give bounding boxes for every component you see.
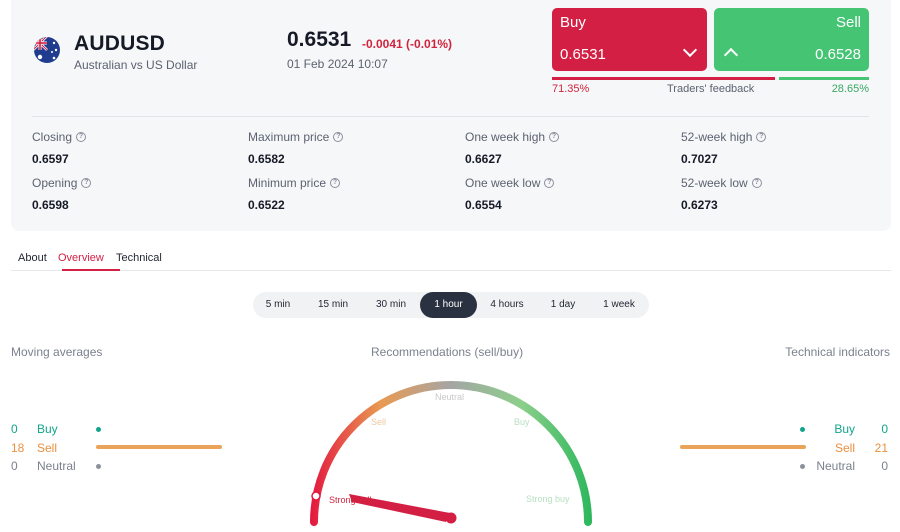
technical-indicators-title: Technical indicators <box>785 345 890 359</box>
gauge-label-neutral: Neutral <box>435 392 465 402</box>
ti-buy-count: 0 <box>881 422 888 436</box>
stat-label: One week low <box>465 176 541 190</box>
question-circle-icon[interactable]: ? <box>751 178 762 188</box>
moving-averages-title: Moving averages <box>11 345 103 359</box>
feedback-buy-bar <box>552 77 775 80</box>
sell-button-price: 0.6528 <box>815 46 861 63</box>
gauge-label-buy: Buy <box>514 417 530 427</box>
feedback-buy-percent: 71.35% <box>552 83 590 95</box>
timeframe-1-day[interactable]: 1 day <box>542 292 584 318</box>
ma-neutral-dot <box>96 464 101 469</box>
stat-label: Minimum price <box>248 176 327 190</box>
ma-buy-dot <box>96 427 101 432</box>
sell-button[interactable]: Sell 0.6528 <box>714 8 869 71</box>
stat-label: Closing <box>32 130 73 144</box>
stat-one-week-high: One week high? 0.6627 <box>465 130 665 166</box>
instrument-name: Australian vs US Dollar <box>74 58 198 72</box>
stat-value: 0.6627 <box>465 152 502 166</box>
question-circle-icon[interactable]: ? <box>76 132 87 142</box>
timeframe-4-hours[interactable]: 4 hours <box>482 292 532 318</box>
price-timestamp: 01 Feb 2024 10:07 <box>287 57 388 71</box>
tab-about[interactable]: About <box>18 252 47 264</box>
stat-label: One week high <box>465 130 546 144</box>
instrument-symbol: AUDUSD <box>74 32 166 55</box>
stat-opening: Opening? 0.6598 <box>32 176 232 212</box>
stat-value: 0.6522 <box>248 198 285 212</box>
ma-sell-bar <box>96 445 222 449</box>
ti-neutral-count: 0 <box>881 459 888 473</box>
buy-button-label: Buy <box>560 14 586 31</box>
feedback-sell-bar <box>779 77 869 80</box>
sell-button-label: Sell <box>835 14 861 31</box>
gauge-label-strong-sell: Strong sell <box>329 495 372 505</box>
ma-buy-label: Buy <box>37 422 58 436</box>
feedback-label: Traders' feedback <box>667 83 755 95</box>
stat-minimum-price: Minimum price? 0.6522 <box>248 176 448 212</box>
timeframe-1-hour[interactable]: 1 hour <box>420 292 477 318</box>
question-circle-icon[interactable]: ? <box>330 178 341 188</box>
current-price: 0.6531 <box>287 28 352 51</box>
stat-value: 0.6273 <box>681 198 718 212</box>
section-tabs: About Overview Technical <box>11 244 891 271</box>
divider <box>32 116 869 117</box>
gauge-current-marker <box>311 491 321 501</box>
timeframe-5-min[interactable]: 5 min <box>257 292 299 318</box>
stat-closing: Closing? 0.6597 <box>32 130 232 166</box>
stat-value: 0.6582 <box>248 152 285 166</box>
ti-neutral-dot <box>800 464 805 469</box>
gauge-needle-hub <box>445 512 457 524</box>
ti-buy-label: Buy <box>834 422 855 436</box>
ti-sell-count: 21 <box>874 441 888 455</box>
question-circle-icon[interactable]: ? <box>333 132 344 142</box>
question-circle-icon[interactable]: ? <box>81 178 92 188</box>
timeframe-selector: 5 min 15 min 30 min 1 hour 4 hours 1 day… <box>253 292 649 318</box>
stat-value: 0.7027 <box>681 152 718 166</box>
gauge-label-strong-buy: Strong buy <box>526 494 570 504</box>
timeframe-1-week[interactable]: 1 week <box>595 292 643 318</box>
price-change: -0.0041 (-0.01%) <box>362 37 453 51</box>
stat-value: 0.6554 <box>465 198 502 212</box>
ma-sell-count: 18 <box>11 441 25 455</box>
question-circle-icon[interactable]: ? <box>549 132 560 142</box>
stat-label: 52-week low <box>681 176 748 190</box>
stat-label: Opening <box>32 176 78 190</box>
ma-buy-count: 0 <box>11 422 18 436</box>
ma-sell-label: Sell <box>37 441 58 455</box>
question-circle-icon[interactable]: ? <box>544 178 555 188</box>
stat-value: 0.6597 <box>32 152 69 166</box>
ti-sell-label: Sell <box>834 441 855 455</box>
buy-button-price: 0.6531 <box>560 46 606 63</box>
recommendations-title: Recommendations (sell/buy) <box>371 345 524 359</box>
stat-maximum-price: Maximum price? 0.6582 <box>248 130 448 166</box>
stat-52-week-low: 52-week low? 0.6273 <box>681 176 881 212</box>
buy-button[interactable]: Buy 0.6531 <box>552 8 707 71</box>
tab-technical[interactable]: Technical <box>116 252 162 264</box>
stat-one-week-low: One week low? 0.6554 <box>465 176 665 212</box>
chevron-down-icon <box>682 42 698 58</box>
gauge-label-sell: Sell <box>371 417 387 427</box>
ma-neutral-label: Neutral <box>37 459 76 473</box>
active-tab-underline <box>62 269 120 271</box>
tab-overview[interactable]: Overview <box>58 252 104 264</box>
ti-sell-bar <box>680 445 806 449</box>
stat-label: 52-week high <box>681 130 753 144</box>
stat-value: 0.6598 <box>32 198 69 212</box>
ti-neutral-label: Neutral <box>816 459 855 473</box>
chevron-up-icon <box>723 47 739 63</box>
timeframe-30-min[interactable]: 30 min <box>367 292 415 318</box>
question-circle-icon[interactable]: ? <box>756 132 767 142</box>
feedback-sell-percent: 28.65% <box>831 83 869 95</box>
stat-label: Maximum price <box>248 130 330 144</box>
ma-neutral-count: 0 <box>11 459 18 473</box>
australia-flag-icon <box>34 37 60 63</box>
timeframe-15-min[interactable]: 15 min <box>309 292 357 318</box>
stat-52-week-high: 52-week high? 0.7027 <box>681 130 881 166</box>
ti-buy-dot <box>800 427 805 432</box>
